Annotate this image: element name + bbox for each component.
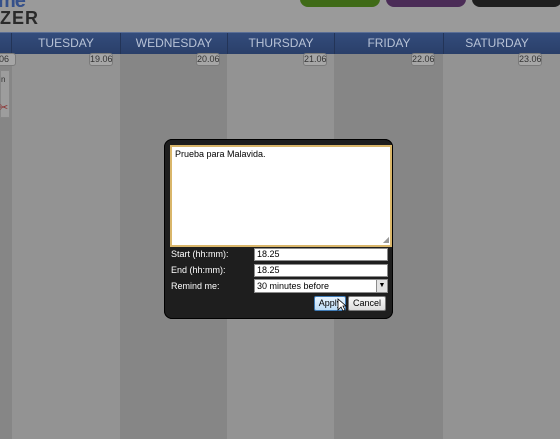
day-header-wednesday[interactable]: WEDNESDAY	[121, 33, 227, 54]
remind-label: Remind me:	[171, 281, 220, 291]
date-label: 21.06	[303, 53, 327, 66]
dropdown-arrow-icon[interactable]: ▼	[376, 280, 387, 292]
note-text: Prueba para Malavida.	[175, 149, 266, 159]
start-time-input[interactable]: 18.25	[254, 248, 388, 261]
cancel-button[interactable]: Cancel	[348, 296, 386, 311]
note-textarea[interactable]: Prueba para Malavida. ◢	[170, 145, 392, 247]
end-time-input[interactable]: 18.25	[254, 264, 388, 277]
date-label: 06	[0, 53, 16, 66]
day-column-tuesday[interactable]	[12, 54, 120, 439]
delete-icon[interactable]: ✂	[0, 101, 8, 114]
remind-selected-value: 30 minutes before	[257, 281, 330, 291]
day-header-tuesday[interactable]: TUESDAY	[12, 33, 120, 54]
app-logo-bottom: ZER	[0, 8, 39, 28]
event-dialog: Prueba para Malavida. ◢ Start (hh:mm): 1…	[164, 139, 393, 319]
day-header-friday[interactable]: FRIDAY	[335, 33, 443, 54]
date-label: 20.06	[196, 53, 220, 66]
dark-tab-button[interactable]	[472, 0, 560, 7]
event-panel-text: n	[1, 75, 6, 84]
green-tab-button[interactable]	[300, 0, 380, 7]
day-header-saturday[interactable]: SATURDAY	[444, 33, 550, 54]
date-label: 22.06	[411, 53, 435, 66]
top-bar: me ZER	[0, 0, 560, 32]
purple-tab-button[interactable]	[386, 0, 466, 7]
remind-select[interactable]: 30 minutes before ▼	[254, 279, 388, 293]
end-label: End (hh:mm):	[171, 265, 226, 275]
date-label: 19.06	[89, 53, 113, 66]
event-panel-partial[interactable]: n ✂	[0, 70, 10, 118]
resize-grip-icon[interactable]: ◢	[383, 235, 389, 244]
date-label: 23.06	[518, 53, 542, 66]
week-day-header: TUESDAY WEDNESDAY THURSDAY FRIDAY SATURD…	[0, 32, 560, 54]
mouse-cursor-icon	[337, 298, 347, 312]
start-label: Start (hh:mm):	[171, 249, 229, 259]
day-column-saturday[interactable]	[443, 54, 560, 439]
day-header-thursday[interactable]: THURSDAY	[228, 33, 334, 54]
